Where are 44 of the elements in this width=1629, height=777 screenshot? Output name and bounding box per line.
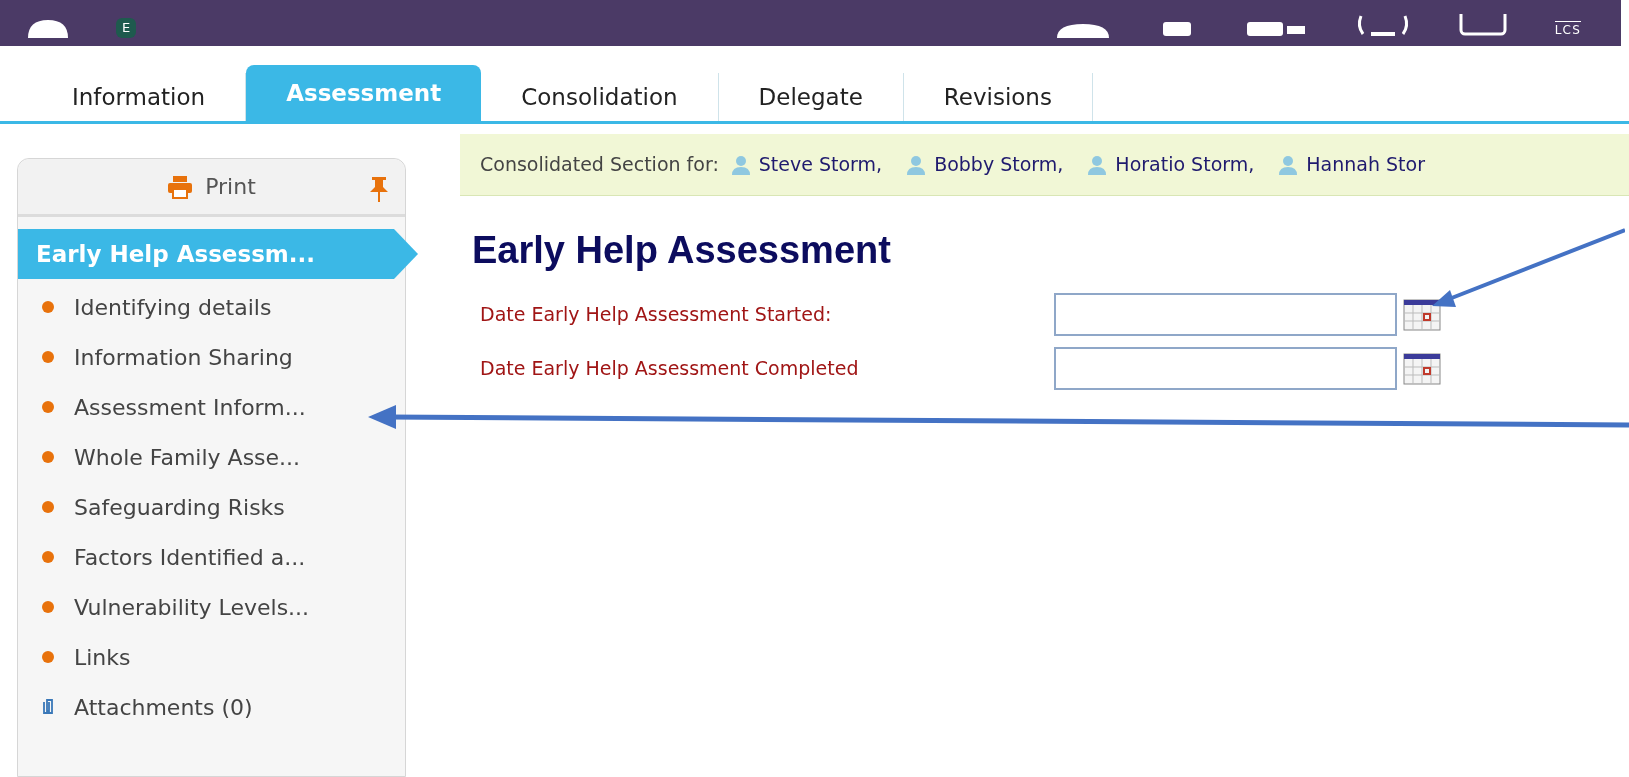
person-icon: [1056, 24, 1109, 38]
bullet-icon: [42, 301, 54, 313]
paperclip-icon: [42, 698, 54, 716]
date-field[interactable]: [1054, 347, 1397, 390]
person-icon: [730, 154, 751, 175]
sidebar-item[interactable]: Identifying details: [74, 290, 272, 324]
person-link[interactable]: Steve Storm,: [758, 150, 883, 179]
field-label: Date Early Help Assessment Completed: [480, 356, 860, 382]
person-icon: [906, 154, 927, 175]
bullet-icon: [42, 551, 54, 563]
field-label: Date Early Help Assessment Started:: [480, 302, 833, 328]
form-title: Early Help Assessment: [472, 228, 891, 273]
bullet-icon: [42, 601, 54, 613]
tab[interactable]: Consolidation: [481, 73, 719, 121]
person-icon: [1278, 154, 1299, 175]
print-button[interactable]: Print: [18, 159, 405, 217]
sidebar-item[interactable]: Safeguarding Risks: [74, 490, 285, 524]
sidebar-item[interactable]: Assessment Inform...: [74, 390, 306, 424]
person-link[interactable]: Horatio Storm,: [1115, 150, 1255, 179]
sidebar-item[interactable]: Whole Family Asse...: [74, 440, 301, 474]
sidebar-item[interactable]: Factors Identified a...: [74, 540, 306, 574]
user-badge: E: [116, 18, 137, 38]
bullet-icon: [42, 401, 54, 413]
person-link[interactable]: Hannah Stor: [1306, 150, 1425, 179]
calendar-icon[interactable]: [1403, 352, 1441, 385]
bullet-icon: [42, 451, 54, 463]
sidebar-item[interactable]: Attachments (0): [74, 690, 253, 724]
tab[interactable]: Delegate: [718, 73, 904, 121]
consolidated-label: Consolidated Section for:: [480, 152, 719, 178]
sidebar-item[interactable]: Links: [74, 640, 131, 674]
bullet-icon: [42, 651, 54, 663]
person-icon: [1087, 154, 1108, 175]
bullet-icon: [42, 501, 54, 513]
tab[interactable]: Revisions: [903, 73, 1093, 121]
sidebar-item[interactable]: Information Sharing: [74, 340, 293, 374]
user-code: LCS: [1554, 21, 1581, 38]
printer-icon: [167, 174, 194, 199]
user-avatar-icon: [28, 20, 68, 38]
person-link[interactable]: Bobby Storm,: [934, 150, 1064, 179]
pin-icon[interactable]: [369, 175, 389, 203]
calendar-icon[interactable]: [1403, 298, 1441, 331]
date-field[interactable]: [1054, 293, 1397, 336]
sidebar-item[interactable]: Vulnerability Levels...: [74, 590, 310, 624]
bullet-icon: [42, 351, 54, 363]
